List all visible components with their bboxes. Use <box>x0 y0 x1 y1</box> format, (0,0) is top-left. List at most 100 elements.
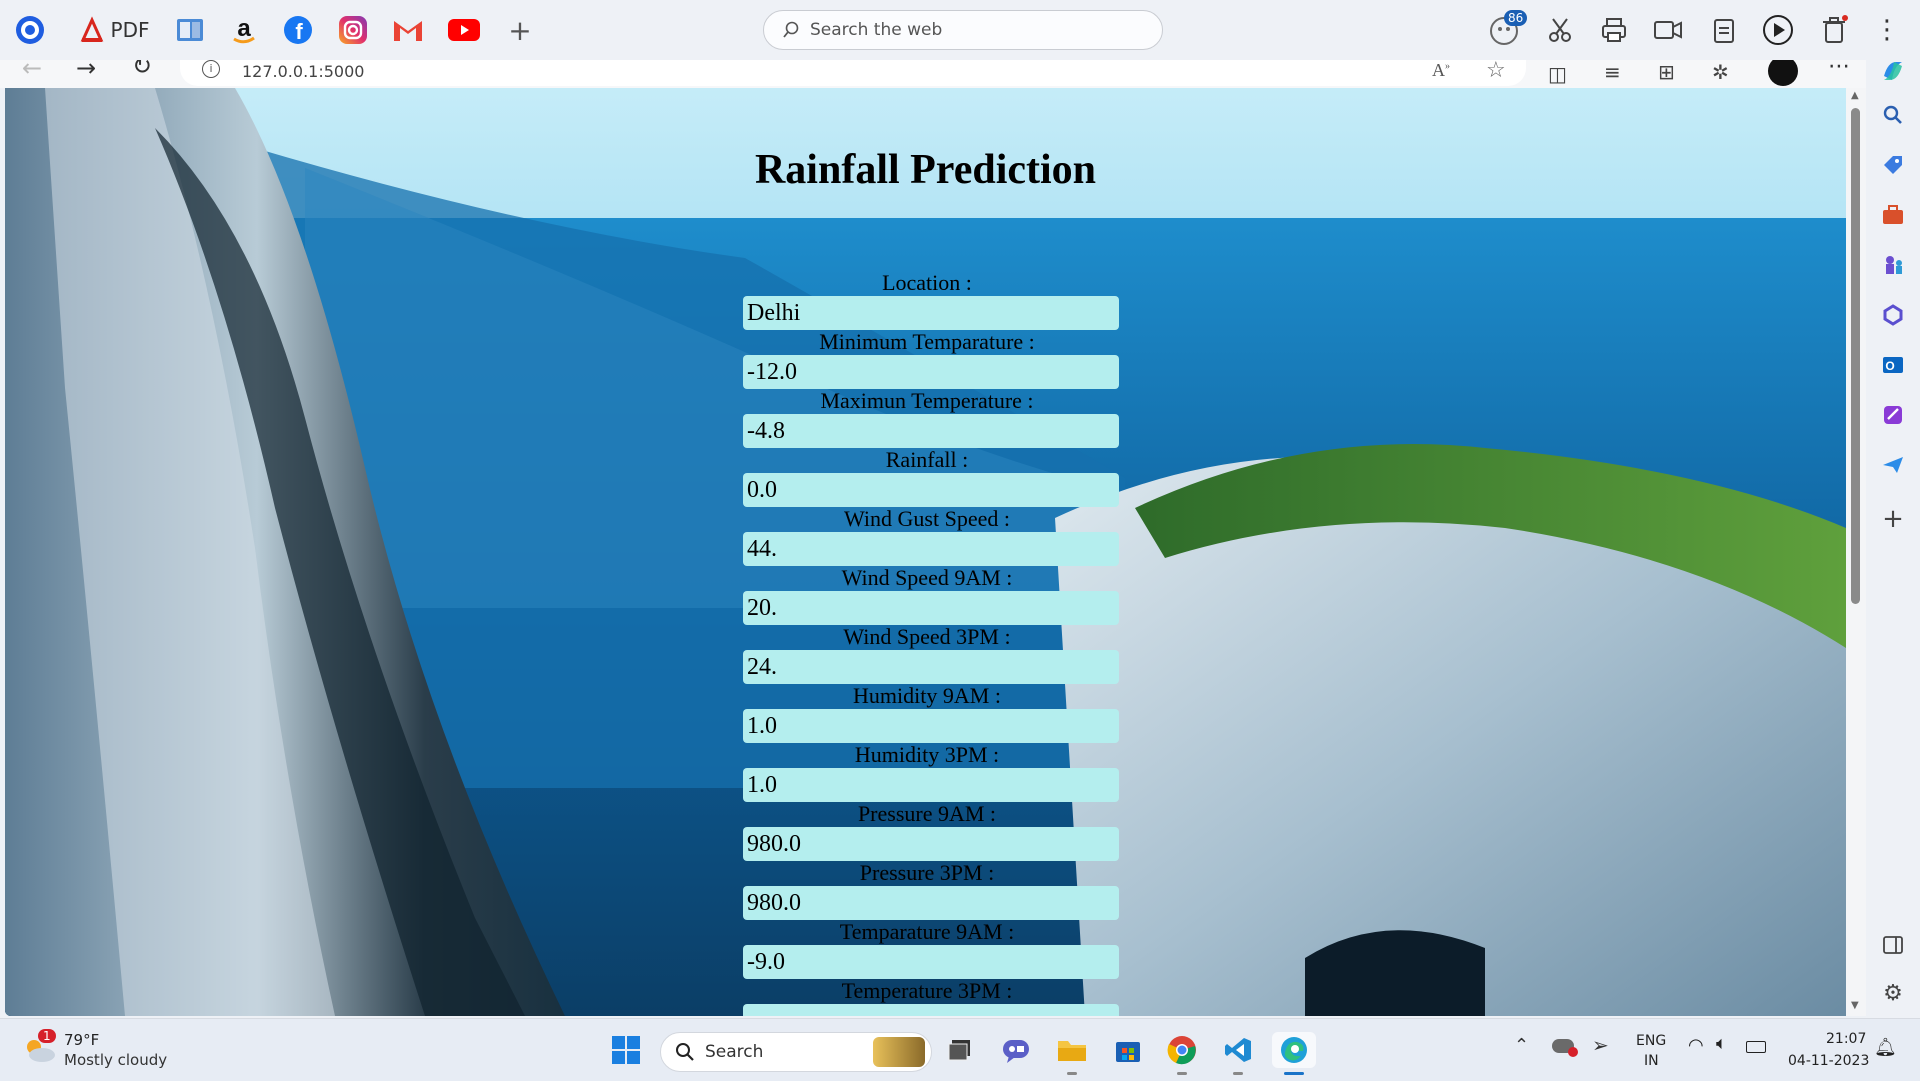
notification-count-badge: 86 <box>1504 10 1528 26</box>
add-bookmark-plus-icon[interactable]: + <box>502 10 538 50</box>
windows-logo-icon <box>612 1036 640 1064</box>
location-input[interactable]: Delhi <box>743 296 1119 330</box>
field-temp-9am: Temparature 9AM : -9.0 <box>738 919 1119 979</box>
back-arrow-icon[interactable]: ← <box>22 60 42 82</box>
copilot-icon[interactable] <box>1880 58 1906 84</box>
designer-icon[interactable] <box>1880 402 1906 428</box>
wind-speed-9am-input[interactable]: 20. <box>743 591 1119 625</box>
sidebar-settings-gear-icon[interactable]: ⚙ <box>1880 980 1906 1006</box>
search-icon <box>782 21 800 39</box>
vscode-icon[interactable] <box>1220 1032 1256 1075</box>
field-rainfall: Rainfall : 0.0 <box>738 447 1119 507</box>
search-sidebar-icon[interactable] <box>1880 102 1906 128</box>
microsoft-store-icon[interactable] <box>1110 1032 1146 1068</box>
scrollbar-thumb[interactable] <box>1851 108 1860 604</box>
add-sidebar-plus-icon[interactable]: + <box>1880 504 1906 534</box>
windows-taskbar: 1 79°F Mostly cloudy Search ⌃ ➢ ENG IN ◠… <box>0 1018 1920 1081</box>
field-wind-speed-9am: Wind Speed 9AM : 20. <box>738 565 1119 625</box>
pdf-bookmark[interactable]: PDF <box>76 10 152 50</box>
address-row: ← → ↻ i 127.0.0.1:5000 A» ☆ ◫ ≡ ⊞ ✲ ⋯ <box>0 60 1920 88</box>
clock-date[interactable]: 04-11-2023 <box>1788 1053 1869 1069</box>
notebook-bookmark-icon[interactable] <box>172 10 208 50</box>
chrome-icon[interactable] <box>1164 1032 1200 1075</box>
svg-text:O: O <box>1885 359 1894 373</box>
profile-avatar[interactable] <box>1768 60 1798 86</box>
address-bar[interactable]: i 127.0.0.1:5000 A» ☆ <box>180 60 1526 86</box>
pressure-3pm-label: Pressure 3PM : <box>859 860 995 885</box>
games-chess-icon[interactable] <box>1880 252 1906 278</box>
send-paper-plane-icon[interactable] <box>1880 452 1906 478</box>
favorite-star-icon[interactable]: ☆ <box>1486 60 1506 83</box>
running-indicator <box>1067 1072 1077 1075</box>
battery-icon[interactable] <box>1746 1041 1766 1053</box>
split-screen-icon[interactable]: ◫ <box>1548 62 1567 86</box>
scroll-up-arrow-icon[interactable]: ▲ <box>1851 90 1859 101</box>
file-explorer-icon[interactable] <box>1054 1032 1090 1075</box>
volume-icon[interactable]: 🔈︎ <box>1716 1033 1727 1054</box>
language-top[interactable]: ENG <box>1636 1033 1666 1049</box>
browser-app-icon[interactable] <box>12 10 48 50</box>
clipboard-icon[interactable] <box>1704 10 1744 50</box>
youtube-icon[interactable] <box>445 10 483 50</box>
field-max-temp: Maximun Temperature : -4.8 <box>738 388 1119 448</box>
pressure-3pm-input[interactable]: 980.0 <box>743 886 1119 920</box>
more-menu-icon[interactable]: ⋮ <box>1872 10 1902 50</box>
humidity-9am-input[interactable]: 1.0 <box>743 709 1119 743</box>
weather-widget[interactable]: 1 79°F Mostly cloudy <box>20 1027 180 1073</box>
extensions-icon[interactable]: ✲ <box>1712 60 1729 84</box>
instagram-icon[interactable] <box>335 10 371 50</box>
web-search-box[interactable]: Search the web <box>763 10 1163 50</box>
temp-9am-input[interactable]: -9.0 <box>743 945 1119 979</box>
start-button[interactable] <box>608 1032 644 1068</box>
scissors-icon[interactable] <box>1540 10 1580 50</box>
read-aloud-icon[interactable]: A» <box>1432 60 1450 81</box>
rainfall-input[interactable]: 0.0 <box>743 473 1119 507</box>
scroll-down-arrow-icon[interactable]: ▼ <box>1851 1000 1859 1011</box>
edge-taskbar-icon[interactable] <box>1272 1032 1316 1075</box>
site-info-icon[interactable]: i <box>202 60 220 78</box>
field-wind-gust-speed: Wind Gust Speed : 44. <box>738 506 1119 566</box>
tools-briefcase-icon[interactable] <box>1880 202 1906 228</box>
refresh-icon[interactable]: ↻ <box>132 60 152 80</box>
wind-speed-3pm-input[interactable]: 24. <box>743 650 1119 684</box>
field-wind-speed-3pm: Wind Speed 3PM : 24. <box>738 624 1119 684</box>
amazon-icon[interactable]: a <box>226 10 262 50</box>
video-camera-icon[interactable] <box>1648 10 1688 50</box>
onedrive-error-icon[interactable] <box>1552 1039 1578 1057</box>
trash-icon[interactable] <box>1814 10 1854 50</box>
rewards-button[interactable]: 86 <box>1486 10 1528 50</box>
max-temp-input[interactable]: -4.8 <box>743 414 1119 448</box>
collections-icon[interactable]: ⊞ <box>1658 60 1675 84</box>
humidity-3pm-label: Humidity 3PM : <box>854 742 1000 767</box>
humidity-3pm-input[interactable]: 1.0 <box>743 768 1119 802</box>
print-icon[interactable] <box>1594 10 1634 50</box>
play-icon[interactable] <box>1758 10 1798 50</box>
temp-3pm-input[interactable] <box>743 1004 1119 1016</box>
pressure-9am-input[interactable]: 980.0 <box>743 827 1119 861</box>
page-scrollbar[interactable]: ▲ ▼ <box>1846 88 1866 1016</box>
shopping-tag-icon[interactable] <box>1880 152 1906 178</box>
edge-sidebar: O + ⚙ <box>1866 60 1920 1018</box>
wind-gust-speed-input[interactable]: 44. <box>743 532 1119 566</box>
wifi-icon[interactable]: ◠ <box>1688 1035 1704 1056</box>
language-bottom[interactable]: IN <box>1644 1053 1659 1069</box>
forward-arrow-icon[interactable]: → <box>76 60 96 82</box>
show-hidden-icons-chevron[interactable]: ⌃ <box>1514 1035 1529 1056</box>
hide-sidebar-icon[interactable] <box>1880 932 1906 958</box>
pdf-icon <box>80 16 103 42</box>
gmail-icon[interactable] <box>390 10 426 50</box>
favorites-list-icon[interactable]: ≡ <box>1604 60 1621 84</box>
field-humidity-9am: Humidity 9AM : 1.0 <box>738 683 1119 743</box>
microsoft365-icon[interactable] <box>1880 302 1906 328</box>
settings-more-icon[interactable]: ⋯ <box>1828 60 1850 79</box>
task-view-icon[interactable] <box>942 1032 978 1068</box>
facebook-icon[interactable]: f <box>280 10 316 50</box>
clock-time[interactable]: 21:07 <box>1826 1031 1866 1047</box>
teams-chat-icon[interactable] <box>998 1032 1034 1068</box>
location-arrow-icon[interactable]: ➢ <box>1592 1033 1609 1057</box>
min-temp-input[interactable]: -12.0 <box>743 355 1119 389</box>
svg-text:f: f <box>295 19 303 44</box>
taskbar-search-box[interactable]: Search <box>660 1032 932 1072</box>
notification-bell-icon[interactable]: 🔔︎ <box>1874 1037 1897 1058</box>
outlook-icon[interactable]: O <box>1880 352 1906 378</box>
